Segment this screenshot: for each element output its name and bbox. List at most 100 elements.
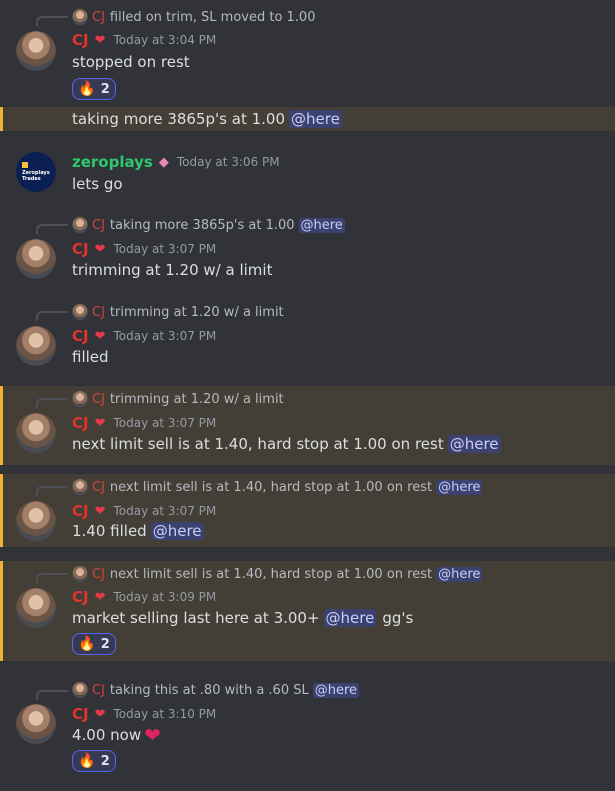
reply-preview[interactable]: CJ filled on trim, SL moved to 1.00 [72, 8, 315, 26]
role-badge-icon: ❤ [94, 241, 106, 257]
mention-here[interactable]: @here [298, 217, 345, 233]
username[interactable]: CJ [72, 31, 89, 49]
mention-here[interactable]: @here [289, 110, 342, 128]
timestamp[interactable]: Today at 3:04 PM [114, 33, 217, 47]
message-text: taking more 3865p's at 1.00 @here [72, 110, 342, 128]
role-badge-icon: ❤ [94, 415, 106, 431]
fire-reaction-button[interactable]: 🔥 2 [72, 750, 116, 772]
message-text: next limit sell is at 1.40, hard stop at… [72, 435, 501, 453]
avatar[interactable] [16, 239, 56, 279]
role-badge-icon: ❤ [94, 503, 106, 519]
mention-here[interactable]: @here [312, 682, 360, 698]
reply-text: next limit sell is at 1.40, hard stop at… [109, 566, 433, 582]
avatar[interactable] [16, 413, 56, 453]
timestamp[interactable]: Today at 3:07 PM [114, 329, 217, 343]
username[interactable]: zeroplays [72, 153, 153, 171]
reply-connector [36, 224, 68, 234]
message: Zeroplays Trades zeroplays ◆ Today at 3:… [0, 148, 615, 198]
message-header: CJ ❤ Today at 3:07 PM [72, 239, 216, 259]
username[interactable]: CJ [72, 414, 89, 432]
role-badge-icon: ❤ [94, 328, 106, 344]
message: CJ next limit sell is at 1.40, hard stop… [0, 561, 615, 661]
avatar[interactable] [16, 501, 56, 541]
fire-icon: 🔥 [78, 636, 96, 652]
avatar[interactable] [16, 31, 56, 71]
reaction-count: 2 [100, 81, 110, 97]
message-text: 1.40 filled @here [72, 522, 204, 540]
username[interactable]: CJ [72, 327, 89, 345]
avatar[interactable] [16, 326, 56, 366]
timestamp[interactable]: Today at 3:07 PM [114, 504, 217, 518]
message-header: CJ ❤ Today at 3:07 PM [72, 413, 216, 433]
reply-preview[interactable]: CJ taking this at .80 with a .60 SL @her… [72, 681, 360, 699]
role-badge-icon: ◆ [158, 154, 169, 170]
mention-here[interactable]: @here [436, 479, 483, 495]
username[interactable]: CJ [72, 588, 89, 606]
message-header: CJ ❤ Today at 3:07 PM [72, 326, 216, 346]
avatar[interactable] [16, 704, 56, 744]
message-text: 4.00 now ❤ [72, 723, 161, 747]
reply-author: CJ [92, 217, 105, 233]
timestamp[interactable]: Today at 3:09 PM [114, 590, 217, 604]
role-badge-icon: ❤ [94, 706, 106, 722]
reply-text: taking this at .80 with a .60 SL [109, 682, 309, 698]
reply-avatar [72, 304, 88, 320]
fire-reaction-button[interactable]: 🔥 2 [72, 633, 116, 655]
heart-emoji-icon: ❤ [144, 723, 161, 747]
message: CJ taking more 3865p's at 1.00 @here CJ … [0, 214, 615, 284]
reply-connector [36, 398, 68, 408]
message-text: stopped on rest [72, 53, 190, 71]
reply-avatar [72, 391, 88, 407]
fire-icon: 🔥 [78, 753, 96, 769]
username[interactable]: CJ [72, 705, 89, 723]
message-text: trimming at 1.20 w/ a limit [72, 261, 273, 279]
avatar[interactable]: Zeroplays Trades [16, 152, 56, 192]
message-header: CJ ❤ Today at 3:09 PM [72, 587, 216, 607]
timestamp[interactable]: Today at 3:07 PM [114, 416, 217, 430]
timestamp[interactable]: Today at 3:06 PM [177, 155, 280, 169]
reply-author: CJ [92, 682, 105, 698]
mention-here[interactable]: @here [150, 522, 204, 540]
reply-author: CJ [92, 391, 105, 407]
reply-author: CJ [92, 304, 105, 320]
reply-preview[interactable]: CJ trimming at 1.20 w/ a limit [72, 390, 284, 408]
fire-reaction-button[interactable]: 🔥 2 [72, 78, 116, 100]
username[interactable]: CJ [72, 240, 89, 258]
reply-avatar [72, 217, 88, 233]
fire-icon: 🔥 [78, 81, 96, 97]
reply-avatar [72, 9, 88, 25]
reply-preview[interactable]: CJ taking more 3865p's at 1.00 @here [72, 216, 345, 234]
reply-avatar [72, 566, 88, 582]
reply-connector [36, 690, 68, 700]
message: CJ trimming at 1.20 w/ a limit CJ ❤ Toda… [0, 386, 615, 465]
reply-connector [36, 486, 68, 496]
timestamp[interactable]: Today at 3:07 PM [114, 242, 217, 256]
timestamp[interactable]: Today at 3:10 PM [114, 707, 217, 721]
avatar-logo-text: Zeroplays Trades [22, 170, 50, 182]
message: CJ filled on trim, SL moved to 1.00 CJ ❤… [0, 0, 615, 100]
message-header: CJ ❤ Today at 3:04 PM [72, 30, 216, 50]
reply-preview[interactable]: CJ next limit sell is at 1.40, hard stop… [72, 565, 483, 583]
reply-avatar [72, 682, 88, 698]
username[interactable]: CJ [72, 502, 89, 520]
mention-here[interactable]: @here [447, 435, 501, 453]
reaction-count: 2 [100, 753, 110, 769]
avatar[interactable] [16, 588, 56, 628]
reply-text: trimming at 1.20 w/ a limit [109, 304, 284, 320]
message-header: zeroplays ◆ Today at 3:06 PM [72, 152, 280, 172]
reaction-count: 2 [100, 636, 110, 652]
message-text-tail: gg's [382, 609, 414, 627]
mention-here[interactable]: @here [323, 609, 377, 627]
message-header: CJ ❤ Today at 3:07 PM [72, 501, 216, 521]
role-badge-icon: ❤ [94, 589, 106, 605]
reply-author: CJ [92, 479, 105, 495]
message-text: market selling last here at 3.00+ @here … [72, 609, 414, 627]
reply-preview[interactable]: CJ trimming at 1.20 w/ a limit [72, 303, 284, 321]
message-text: filled [72, 348, 109, 366]
message: taking more 3865p's at 1.00 @here [0, 107, 615, 131]
reply-preview[interactable]: CJ next limit sell is at 1.40, hard stop… [72, 478, 483, 496]
reply-connector [36, 16, 68, 26]
mention-here[interactable]: @here [436, 566, 483, 582]
message-header: CJ ❤ Today at 3:10 PM [72, 704, 216, 724]
reply-connector [36, 573, 68, 583]
